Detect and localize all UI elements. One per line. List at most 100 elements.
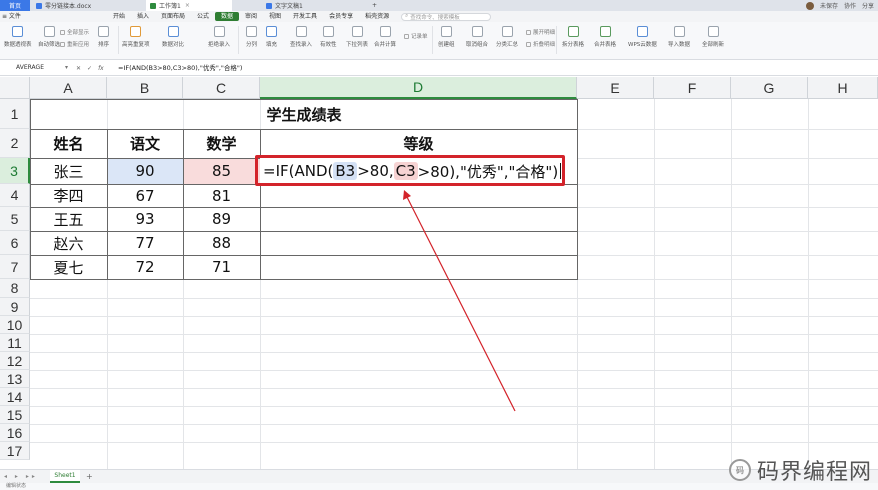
status-bar: 编辑状态 bbox=[0, 483, 878, 490]
pivot-table-icon bbox=[12, 26, 24, 37]
ribbon-toolbar: 数据透视表 自动筛选 全部显示 重新应用 排序 高亮重复项 数据对比 拒绝录入 … bbox=[0, 22, 878, 60]
tab-label: 零分链接本.docx bbox=[45, 3, 92, 10]
data-compare-button[interactable]: 数据对比 bbox=[162, 26, 184, 48]
tab-home[interactable]: 首页 bbox=[0, 0, 30, 11]
auto-filter-button[interactable]: 自动筛选 bbox=[38, 26, 60, 48]
compare-icon bbox=[167, 26, 179, 37]
watermark: 码 码界编程网 bbox=[728, 458, 872, 485]
validation-icon bbox=[322, 26, 334, 37]
chevron-down-icon[interactable]: ▾ bbox=[65, 62, 68, 74]
record-form-icon bbox=[404, 33, 409, 39]
avatar[interactable] bbox=[805, 1, 814, 10]
sort-icon bbox=[98, 26, 109, 37]
reapply-button[interactable]: 重新应用 bbox=[60, 40, 89, 48]
merge-table-icon bbox=[599, 26, 611, 37]
validation-button[interactable]: 有效性 bbox=[320, 26, 337, 48]
consolidate-button[interactable]: 合并计算 bbox=[374, 26, 396, 48]
menu-docer[interactable]: 稻壳资源 bbox=[359, 11, 395, 22]
import-icon bbox=[673, 26, 685, 37]
fill-button[interactable]: 填充 bbox=[266, 26, 277, 48]
collaborate-button[interactable]: 协作 bbox=[844, 1, 856, 10]
ribbon-separator bbox=[556, 26, 557, 54]
document-icon bbox=[266, 2, 272, 9]
show-all-button[interactable]: 全部显示 bbox=[60, 28, 89, 36]
fx-icon[interactable]: fx bbox=[98, 65, 104, 72]
refresh-all-button[interactable]: 全部刷新 bbox=[702, 26, 724, 48]
expand-detail-button[interactable]: 展开明细 bbox=[526, 28, 555, 36]
refresh-icon bbox=[707, 26, 719, 37]
pivot-table-button[interactable]: 数据透视表 bbox=[4, 26, 32, 48]
annotation-arrow bbox=[403, 190, 516, 412]
ribbon-separator bbox=[432, 26, 433, 54]
fill-icon bbox=[266, 26, 277, 37]
sort-button[interactable]: 排序 bbox=[98, 26, 109, 48]
watermark-text: 码界编程网 bbox=[756, 460, 872, 485]
menu-member[interactable]: 会员专享 bbox=[323, 11, 359, 22]
ribbon-separator bbox=[118, 26, 119, 54]
sheet-tab-sheet1[interactable]: Sheet1 bbox=[50, 470, 80, 483]
group-button[interactable]: 创建组 bbox=[438, 26, 455, 48]
reject-icon bbox=[213, 26, 225, 37]
menu-developer[interactable]: 开发工具 bbox=[287, 11, 323, 22]
dropdown-list-icon bbox=[351, 26, 363, 37]
new-tab-button[interactable]: + bbox=[370, 0, 384, 11]
filter-icon bbox=[43, 26, 55, 37]
add-sheet-button[interactable]: + bbox=[86, 470, 93, 483]
tab-doc[interactable]: 文字文稿1 bbox=[262, 0, 342, 11]
record-form-button[interactable]: 记录单 bbox=[404, 32, 428, 40]
name-box[interactable]: AVERAGE ▾ bbox=[0, 62, 72, 74]
split-table-button[interactable]: 拆分表格 bbox=[562, 26, 584, 48]
collapse-icon bbox=[526, 41, 531, 47]
menu-file[interactable]: ≡ 文件 bbox=[0, 11, 27, 22]
menu-data[interactable]: 数据 bbox=[215, 12, 240, 21]
menu-page-layout[interactable]: 页面布局 bbox=[155, 11, 191, 22]
command-search-input[interactable]: ⌕ 查找命令、搜索模板 bbox=[401, 12, 492, 21]
lookup-input-button[interactable]: 查找录入 bbox=[290, 26, 312, 48]
confirm-icon[interactable]: ✓ bbox=[87, 65, 92, 72]
plus-icon: + bbox=[372, 2, 378, 9]
title-bar-actions: 未保存 协作 分享 bbox=[805, 0, 874, 11]
highlight-duplicates-button[interactable]: 高亮重复项 bbox=[122, 26, 150, 48]
tab-label: 工作簿1 bbox=[159, 3, 181, 10]
title-bar: 首页 零分链接本.docx 工作簿1 × 文字文稿1 + 未保存 协作 分享 bbox=[0, 0, 878, 11]
split-icon bbox=[246, 26, 257, 37]
menu-home[interactable]: 开始 bbox=[107, 11, 131, 22]
tab-label: 首页 bbox=[8, 3, 21, 10]
group-icon bbox=[440, 26, 452, 37]
tab-label: 文字文稿1 bbox=[275, 3, 303, 10]
ungroup-icon bbox=[471, 26, 483, 37]
search-placeholder: 查找命令、搜索模板 bbox=[410, 14, 460, 21]
formula-input[interactable]: =IF(AND(B3>80,C3>80),"优秀","合格") bbox=[118, 62, 242, 74]
merge-table-button[interactable]: 合并表格 bbox=[594, 26, 616, 48]
menu-bar: ≡ 文件 开始 插入 页面布局 公式 数据 审阅 视图 开发工具 会员专享 稻壳… bbox=[0, 11, 878, 22]
close-tab-icon[interactable]: × bbox=[185, 2, 190, 9]
import-data-button[interactable]: 导入数据 bbox=[668, 26, 690, 48]
expand-icon bbox=[526, 29, 531, 35]
tab-workbook[interactable]: 工作簿1 × bbox=[146, 0, 232, 11]
sheet-grid[interactable]: A B C D E F G H 1 2 3 4 5 6 7 8 9 10 11 … bbox=[0, 77, 878, 469]
unsaved-button[interactable]: 未保存 bbox=[820, 1, 838, 10]
formula-actions: ✕ ✓ fx bbox=[76, 62, 104, 74]
subtotal-button[interactable]: 分类汇总 bbox=[496, 26, 518, 48]
consolidate-icon bbox=[379, 26, 391, 37]
wps-cloud-data-button[interactable]: WPS云数据 bbox=[628, 26, 657, 48]
document-icon bbox=[36, 2, 42, 9]
spreadsheet-window: 首页 零分链接本.docx 工作簿1 × 文字文稿1 + 未保存 协作 分享 ≡… bbox=[0, 0, 878, 490]
split-column-button[interactable]: 分列 bbox=[246, 26, 257, 48]
share-button[interactable]: 分享 bbox=[862, 1, 874, 10]
cancel-icon[interactable]: ✕ bbox=[76, 65, 81, 72]
collapse-detail-button[interactable]: 折叠明细 bbox=[526, 40, 555, 48]
menu-view[interactable]: 视图 bbox=[263, 11, 287, 22]
dropdown-list-button[interactable]: 下拉列表 bbox=[346, 26, 368, 48]
menu-formula[interactable]: 公式 bbox=[191, 11, 215, 22]
status-text: 编辑状态 bbox=[6, 483, 27, 489]
sheet-nav-arrows[interactable]: ◂ ▸ ▸▸ bbox=[4, 471, 38, 483]
ribbon-separator bbox=[238, 26, 239, 54]
menu-review[interactable]: 审阅 bbox=[239, 11, 263, 22]
show-all-icon bbox=[60, 29, 65, 35]
ungroup-button[interactable]: 取消组合 bbox=[466, 26, 488, 48]
reject-input-button[interactable]: 拒绝录入 bbox=[208, 26, 230, 48]
formula-bar: AVERAGE ▾ ✕ ✓ fx =IF(AND(B3>80,C3>80),"优… bbox=[0, 60, 878, 76]
menu-insert[interactable]: 插入 bbox=[131, 11, 155, 22]
tab-docx[interactable]: 零分链接本.docx bbox=[32, 0, 112, 11]
